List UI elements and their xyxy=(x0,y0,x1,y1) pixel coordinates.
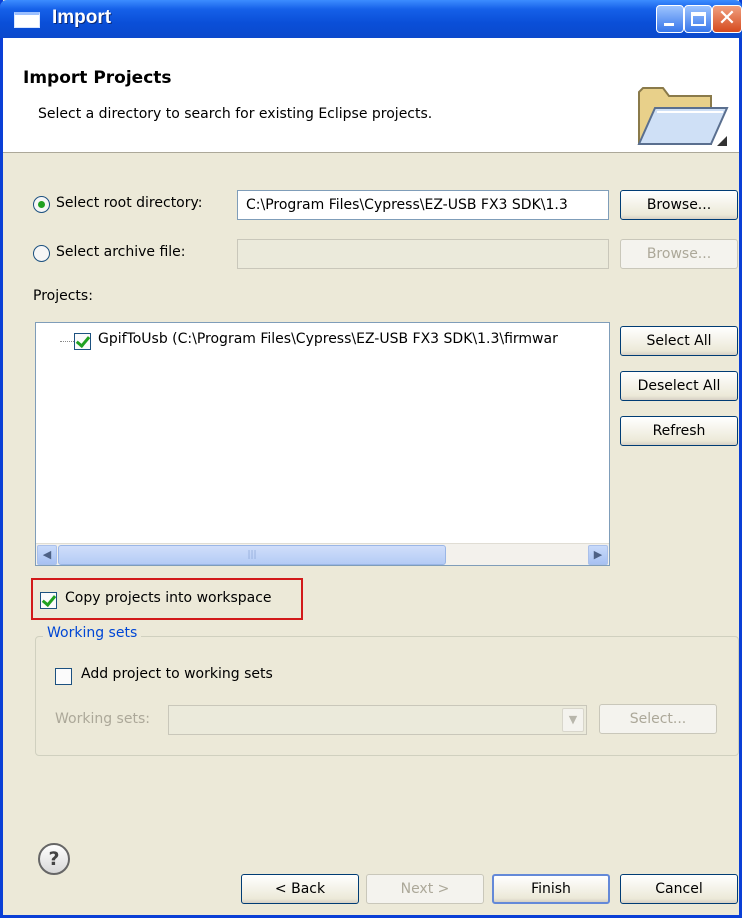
finish-button[interactable]: Finish xyxy=(492,874,610,904)
import-dialog: Import ✕ Import Projects Select a direct… xyxy=(0,0,742,918)
working-sets-field-label: Working sets: xyxy=(55,711,150,727)
project-checkbox[interactable] xyxy=(74,333,91,350)
title-bar[interactable]: Import ✕ xyxy=(0,0,742,38)
maximize-button[interactable] xyxy=(684,5,712,33)
scroll-left-icon[interactable]: ◀ xyxy=(37,545,57,565)
maximize-icon xyxy=(691,12,706,26)
add-working-sets-checkbox[interactable] xyxy=(55,668,72,685)
root-directory-radio[interactable] xyxy=(33,196,50,213)
close-button[interactable]: ✕ xyxy=(712,5,742,33)
tree-connector xyxy=(60,341,74,342)
window-icon xyxy=(14,12,40,28)
working-sets-combo[interactable]: ▼ xyxy=(168,705,587,735)
open-folder-icon xyxy=(637,87,729,146)
back-button[interactable]: < Back xyxy=(241,874,359,904)
copy-projects-label[interactable]: Copy projects into workspace xyxy=(65,590,272,606)
select-working-sets-button[interactable]: Select... xyxy=(599,704,717,734)
wizard-header: Import Projects Select a directory to se… xyxy=(3,38,739,153)
projects-list[interactable]: GpifToUsb (C:\Program Files\Cypress\EZ-U… xyxy=(35,322,610,566)
minimize-icon xyxy=(664,23,674,26)
cancel-button[interactable]: Cancel xyxy=(620,874,738,904)
next-button[interactable]: Next > xyxy=(366,874,484,904)
help-icon[interactable]: ? xyxy=(38,843,70,875)
deselect-all-button[interactable]: Deselect All xyxy=(620,371,738,401)
root-directory-label: Select root directory: xyxy=(56,195,203,211)
minimize-button[interactable] xyxy=(656,5,684,33)
close-icon: ✕ xyxy=(717,6,737,31)
page-description: Select a directory to search for existin… xyxy=(38,106,433,122)
window-title: Import xyxy=(52,7,112,28)
select-all-button[interactable]: Select All xyxy=(620,326,738,356)
browse-archive-button[interactable]: Browse... xyxy=(620,239,738,269)
chevron-down-icon[interactable]: ▼ xyxy=(562,708,584,732)
horizontal-scrollbar[interactable]: ◀ ||| ▶ xyxy=(36,543,609,565)
scroll-thumb[interactable]: ||| xyxy=(58,545,446,565)
browse-root-button[interactable]: Browse... xyxy=(620,190,738,220)
scroll-right-icon[interactable]: ▶ xyxy=(588,545,608,565)
archive-file-input[interactable] xyxy=(237,239,609,269)
copy-projects-checkbox[interactable] xyxy=(40,592,57,609)
root-directory-input[interactable]: C:\Program Files\Cypress\EZ-USB FX3 SDK\… xyxy=(237,190,609,220)
page-title: Import Projects xyxy=(23,68,172,88)
archive-file-radio[interactable] xyxy=(33,245,50,262)
project-item-label[interactable]: GpifToUsb (C:\Program Files\Cypress\EZ-U… xyxy=(98,331,608,347)
archive-file-label: Select archive file: xyxy=(56,244,186,260)
add-working-sets-label[interactable]: Add project to working sets xyxy=(81,666,273,682)
projects-label: Projects: xyxy=(33,288,93,304)
working-sets-group xyxy=(35,636,739,756)
working-sets-legend: Working sets xyxy=(43,625,142,641)
refresh-button[interactable]: Refresh xyxy=(620,416,738,446)
